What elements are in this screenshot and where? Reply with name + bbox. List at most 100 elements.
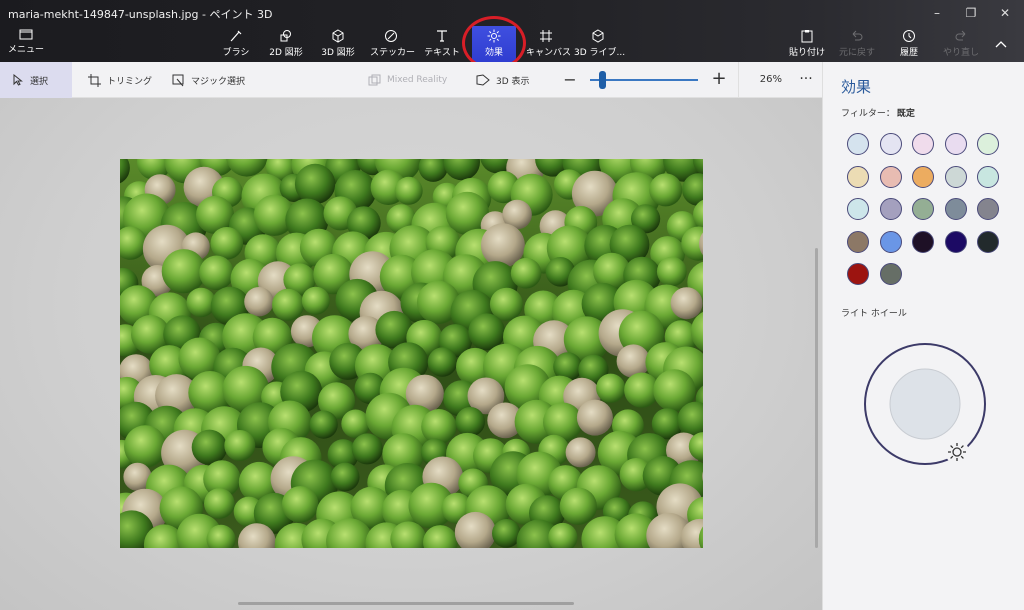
filter-swatch[interactable]: [847, 198, 869, 220]
tool-text[interactable]: テキスト: [422, 26, 462, 62]
window-title: maria-mekht-149847-unsplash.jpg - ペイント 3…: [8, 8, 273, 21]
mixed-reality-icon: [368, 74, 381, 85]
filter-swatch[interactable]: [944, 133, 967, 155]
tree-crown: [199, 255, 234, 291]
tree-crown: [281, 486, 319, 523]
select-label: 選択: [30, 76, 49, 87]
filter-swatch[interactable]: [912, 198, 934, 220]
tool-label: ステッカー: [370, 48, 416, 58]
tree-crown: [224, 430, 256, 461]
minimize-button[interactable]: –: [922, 4, 952, 22]
filter-swatch[interactable]: [977, 165, 999, 188]
tree-crown: [124, 425, 167, 468]
tree-crown: [351, 433, 383, 465]
zoom-slider-track[interactable]: [590, 79, 698, 81]
filter-swatch[interactable]: [944, 230, 967, 253]
3d-view-label: 3D 表示: [496, 76, 530, 87]
select-button[interactable]: 選択: [0, 62, 72, 98]
tree-crown: [670, 287, 703, 320]
filter-swatch[interactable]: [977, 133, 999, 155]
tool-stickers[interactable]: ステッカー: [370, 26, 416, 62]
filter-swatch[interactable]: [879, 165, 902, 188]
paste-button[interactable]: 貼り付け: [784, 26, 830, 62]
filter-swatch[interactable]: [847, 230, 869, 253]
collapse-ribbon-button[interactable]: [994, 34, 1016, 52]
tree-crown: [455, 407, 486, 437]
tree-crown: [596, 373, 626, 403]
3d-view-button[interactable]: 3D 表示: [464, 62, 542, 98]
filter-swatch-grid: [847, 133, 1007, 285]
light-wheel[interactable]: [863, 342, 987, 466]
filter-swatch[interactable]: [879, 263, 902, 285]
filter-swatch[interactable]: [847, 133, 869, 155]
magic-select-button[interactable]: マジック選択: [160, 62, 257, 98]
tool-label: キャンバス: [526, 48, 572, 58]
vertical-scrollbar[interactable]: [815, 248, 818, 548]
tool-label: 効果: [484, 48, 503, 58]
redo-icon: [955, 30, 966, 41]
menu-button[interactable]: メニュー: [8, 28, 44, 58]
command-bar: 選択 トリミング マジック選択 Mixed Reality 3D 表示 − + …: [0, 62, 822, 98]
more-options-button[interactable]: ···: [790, 62, 822, 98]
tool-effects[interactable]: 効果: [472, 26, 516, 62]
tool-3d-library[interactable]: 3D ライブ...: [574, 26, 626, 62]
close-button[interactable]: ✕: [990, 4, 1020, 22]
paste-icon: [801, 30, 813, 43]
tree-crown: [492, 519, 521, 548]
cursor-icon: [13, 74, 23, 86]
sun-icon: [487, 29, 501, 43]
cube-icon: [332, 29, 344, 43]
mixed-reality-button[interactable]: Mixed Reality: [356, 62, 459, 98]
maximize-button[interactable]: ❐: [956, 4, 986, 22]
effects-panel: 効果 フィルター： 既定 ライト ホイール: [822, 62, 1024, 610]
tree-crown: [191, 429, 228, 465]
tool-3d-shapes[interactable]: 3D 図形: [318, 26, 358, 62]
shapes-2d-icon: [280, 30, 291, 42]
filter-swatch[interactable]: [847, 263, 869, 285]
filter-swatch[interactable]: [912, 165, 934, 188]
filter-value: 既定: [896, 109, 915, 119]
image-canvas[interactable]: [120, 159, 703, 548]
horizontal-scrollbar[interactable]: [238, 602, 574, 605]
filter-swatch[interactable]: [879, 230, 902, 253]
crop-button[interactable]: トリミング: [76, 62, 164, 98]
filter-swatch[interactable]: [977, 230, 999, 253]
tree-crown: [294, 163, 336, 205]
history-button[interactable]: 履歴: [886, 26, 932, 62]
folder-icon: [19, 29, 33, 40]
tree-crown: [576, 399, 613, 436]
filter-swatch[interactable]: [944, 198, 967, 220]
tree-crown: [394, 176, 423, 205]
redo-button[interactable]: やり直し: [938, 26, 984, 62]
light-sun-icon[interactable]: [945, 440, 969, 464]
filter-row: フィルター： 既定: [841, 106, 915, 119]
filter-swatch[interactable]: [944, 165, 967, 188]
history-label: 履歴: [899, 48, 918, 58]
filter-swatch[interactable]: [847, 165, 869, 188]
zoom-in-button[interactable]: +: [710, 68, 728, 89]
filter-swatch[interactable]: [912, 230, 934, 253]
chevron-up-icon: [995, 41, 1007, 48]
tool-brush[interactable]: ブラシ: [218, 26, 254, 62]
tree-crown: [421, 409, 457, 445]
zoom-slider-thumb[interactable]: [599, 71, 606, 89]
crop-icon: [88, 73, 101, 87]
tool-2d-shapes[interactable]: 2D 図形: [266, 26, 306, 62]
tree-crown: [649, 173, 683, 207]
canvas-area: [0, 98, 822, 610]
filter-swatch[interactable]: [879, 198, 902, 220]
forest-photo: [120, 159, 703, 548]
filter-swatch[interactable]: [912, 133, 934, 155]
zoom-out-button[interactable]: −: [562, 70, 578, 89]
zoom-percentage[interactable]: 26%: [738, 62, 790, 98]
filter-swatch[interactable]: [977, 198, 999, 220]
title-bar: maria-mekht-149847-unsplash.jpg - ペイント 3…: [0, 0, 1024, 62]
tree-crown: [161, 249, 206, 294]
magic-select-icon: [172, 74, 184, 86]
tool-canvas[interactable]: キャンバス: [526, 26, 572, 62]
tool-label: 3D ライブ...: [574, 48, 626, 58]
filter-swatch[interactable]: [879, 133, 902, 155]
tool-label: 3D 図形: [321, 48, 355, 58]
tree-crown: [210, 227, 244, 260]
undo-button[interactable]: 元に戻す: [834, 26, 880, 62]
